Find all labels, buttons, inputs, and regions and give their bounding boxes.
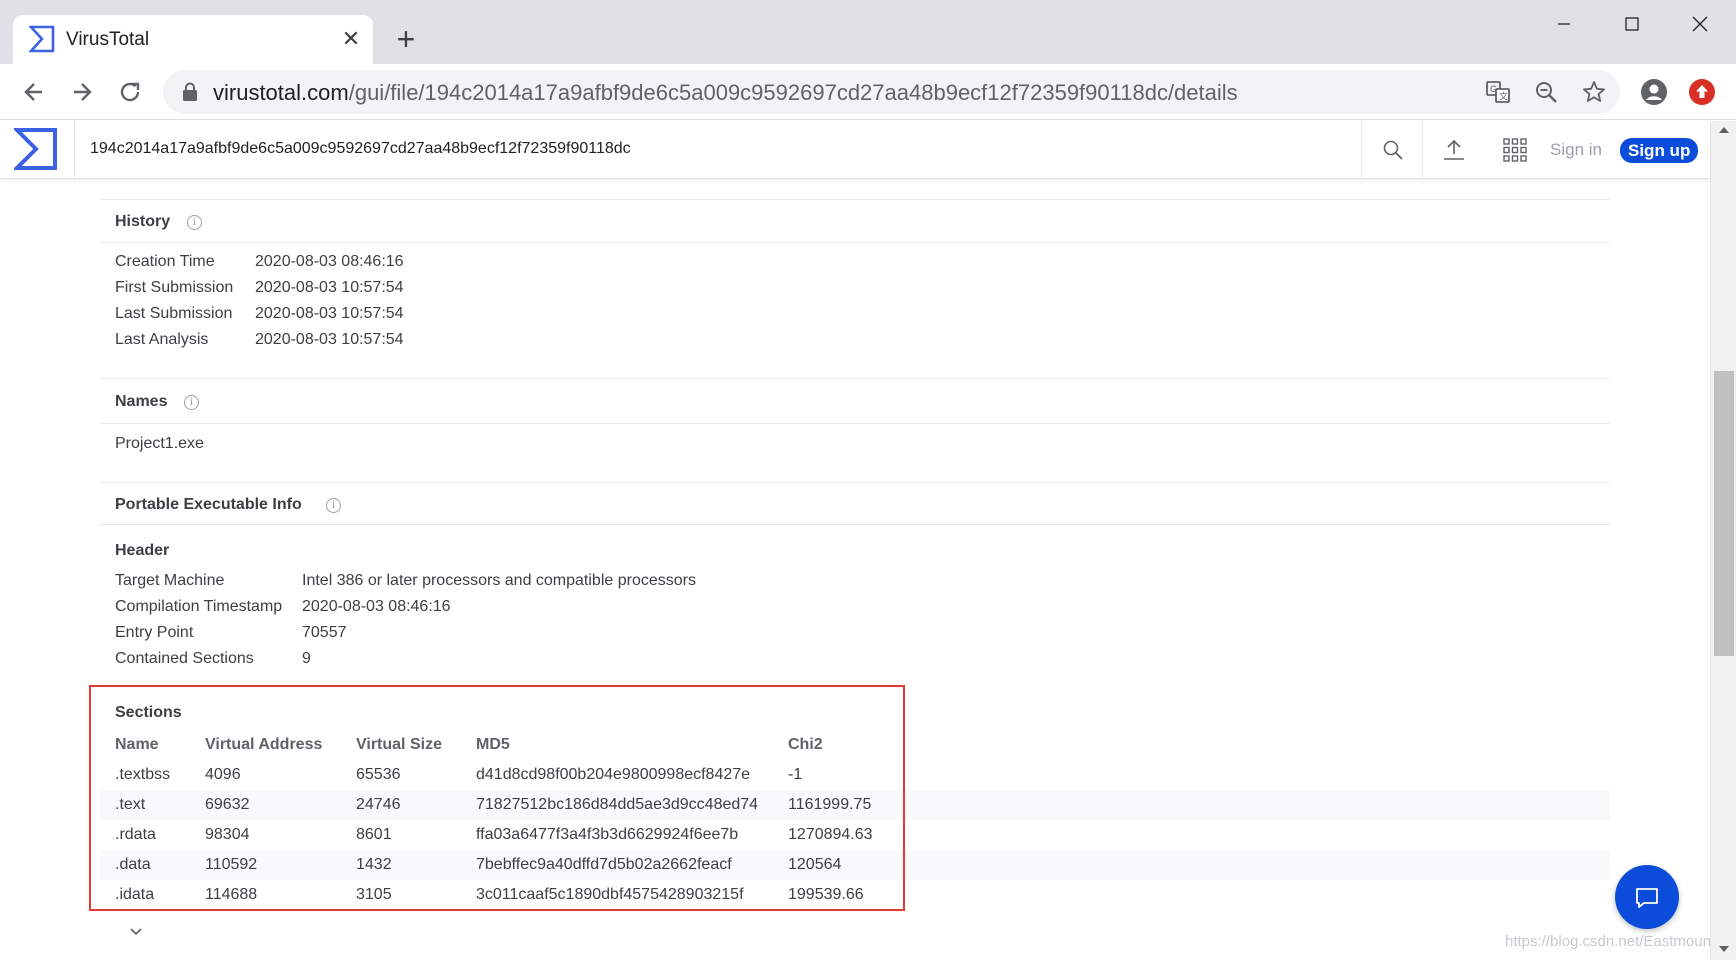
back-arrow-icon[interactable]	[16, 74, 52, 110]
scroll-down-arrow-icon[interactable]	[1719, 946, 1729, 952]
zoom-out-icon[interactable]	[1533, 79, 1559, 105]
history-label: Creation Time	[115, 253, 215, 270]
scroll-up-arrow-icon[interactable]	[1719, 127, 1729, 133]
sections-highlight-box	[89, 685, 905, 911]
history-title: History	[115, 213, 171, 230]
minimize-button[interactable]	[1530, 0, 1598, 46]
pe-header-title: Header	[115, 542, 170, 559]
pe-header-label: Contained Sections	[115, 650, 254, 667]
svg-text:G: G	[1490, 84, 1497, 94]
pe-header-value: 9	[302, 650, 311, 667]
upload-icon[interactable]	[1441, 137, 1467, 163]
virustotal-header: 194c2014a17a9afbf9de6c5a009c9592697cd27a…	[0, 121, 1710, 179]
sign-in-link[interactable]: Sign in	[1550, 140, 1602, 160]
history-value: 2020-08-03 08:46:16	[255, 253, 404, 270]
names-title: Names	[115, 393, 168, 410]
watermark-text: https://blog.csdn.net/Eastmount	[1505, 933, 1710, 950]
apps-grid-icon[interactable]	[1502, 137, 1528, 163]
pe-header-value: Intel 386 or later processors and compat…	[302, 572, 696, 589]
history-label: Last Analysis	[115, 331, 209, 348]
virustotal-favicon-icon	[29, 25, 55, 53]
info-icon[interactable]: i	[187, 215, 202, 230]
url-text[interactable]: virustotal.com/gui/file/194c2014a17a9afb…	[213, 80, 1238, 106]
history-label: First Submission	[115, 279, 234, 296]
divider	[100, 524, 1610, 525]
history-value: 2020-08-03 10:57:54	[255, 331, 404, 348]
new-tab-button[interactable]: +	[388, 22, 424, 58]
tab-title: VirusTotal	[66, 29, 150, 50]
divider	[100, 482, 1610, 483]
chevron-down-icon[interactable]	[128, 926, 144, 938]
bookmark-star-icon[interactable]	[1581, 79, 1607, 105]
history-value: 2020-08-03 10:57:54	[255, 279, 404, 296]
divider	[100, 242, 1610, 243]
history-label: Last Submission	[115, 305, 233, 322]
divider	[100, 199, 1610, 200]
history-value: 2020-08-03 10:57:54	[255, 305, 404, 322]
browser-tab[interactable]: VirusTotal ✕	[13, 15, 373, 64]
pe-header-label: Compilation Timestamp	[115, 598, 283, 615]
window-close-button[interactable]	[1666, 0, 1734, 46]
divider	[100, 378, 1610, 379]
pe-header-label: Entry Point	[115, 624, 194, 641]
divider	[100, 423, 1610, 424]
search-icon	[1383, 140, 1403, 160]
url-host: virustotal.com	[213, 80, 349, 105]
forward-arrow-icon[interactable]	[64, 74, 100, 110]
lock-icon[interactable]	[181, 82, 199, 102]
search-button[interactable]	[1361, 121, 1423, 179]
file-name: Project1.exe	[115, 435, 204, 452]
tab-close-icon[interactable]: ✕	[335, 23, 367, 55]
update-available-icon[interactable]	[1688, 78, 1716, 106]
url-path: /gui/file/194c2014a17a9afbf9de6c5a009c95…	[348, 80, 1238, 105]
reload-icon[interactable]	[112, 74, 148, 110]
svg-text:文: 文	[1499, 91, 1508, 102]
translate-icon[interactable]: G 文	[1485, 79, 1511, 105]
pe-header-value: 70557	[302, 624, 347, 641]
scrollbar-thumb[interactable]	[1714, 371, 1734, 656]
profile-avatar-icon[interactable]	[1640, 78, 1668, 106]
pe-header-label: Target Machine	[115, 572, 225, 589]
header-divider	[74, 121, 75, 179]
browser-toolbar: virustotal.com/gui/file/194c2014a17a9afb…	[0, 64, 1736, 120]
maximize-button[interactable]	[1598, 0, 1666, 46]
info-icon[interactable]: i	[184, 395, 199, 410]
pe-header-value: 2020-08-03 08:46:16	[302, 598, 451, 615]
browser-tab-strip: VirusTotal ✕ +	[0, 0, 1736, 64]
sign-up-button[interactable]: Sign up	[1620, 138, 1699, 163]
pe-info-title: Portable Executable Info	[115, 496, 302, 513]
chat-bubble-icon	[1636, 888, 1658, 908]
search-input[interactable]: 194c2014a17a9afbf9de6c5a009c9592697cd27a…	[90, 140, 631, 158]
details-content: History i Creation Time 2020-08-03 08:46…	[0, 180, 1710, 960]
page-scrollbar[interactable]	[1710, 121, 1736, 960]
chat-button[interactable]	[1615, 865, 1679, 929]
info-icon[interactable]: i	[326, 498, 341, 513]
address-bar[interactable]: virustotal.com/gui/file/194c2014a17a9afb…	[163, 70, 1620, 114]
virustotal-logo-icon[interactable]	[14, 127, 58, 171]
